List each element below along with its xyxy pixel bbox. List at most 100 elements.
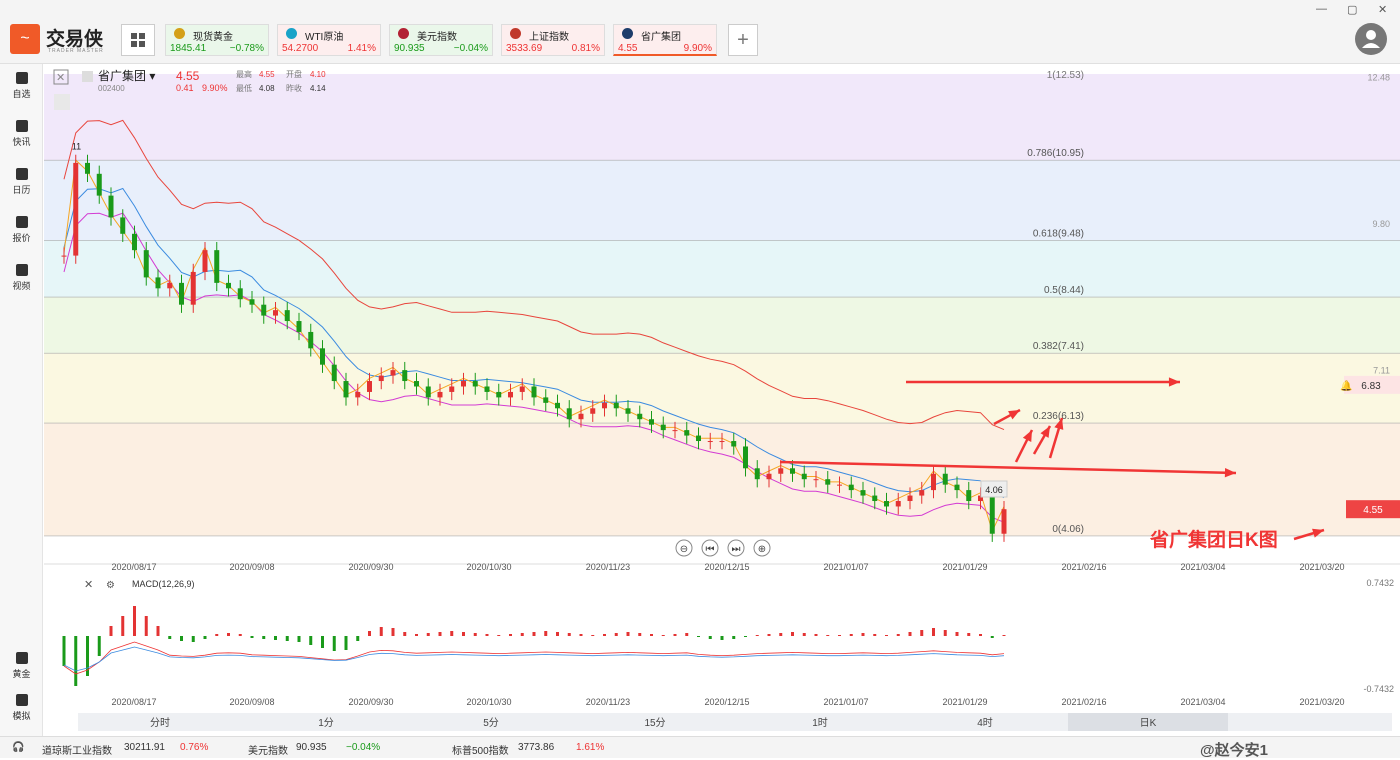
macd-bar	[943, 630, 947, 636]
macd-bar	[497, 635, 501, 636]
drawing-tool-icon[interactable]	[54, 94, 70, 110]
index-value: 90.935	[296, 742, 327, 753]
candle	[214, 250, 220, 283]
macd-x-tick-label: 2020/12/15	[704, 697, 749, 707]
fib-label: 0.5(8.44)	[1044, 285, 1084, 296]
candle	[343, 381, 349, 398]
ticker-price: 4.55	[618, 43, 638, 54]
period-tab[interactable]: 分时	[150, 717, 170, 729]
zoom-control-glyph: ⊕	[758, 544, 766, 555]
macd-settings-icon[interactable]: ⚙	[106, 580, 115, 591]
macd-bar	[238, 634, 242, 636]
ticker-card[interactable]: 美元指数 90.935 −0.04%	[389, 24, 493, 56]
sidebar-item[interactable]: 自选	[0, 72, 43, 100]
period-tab[interactable]: 日K	[1140, 718, 1157, 729]
macd-close-icon[interactable]: ✕	[84, 579, 93, 591]
stock-info: 最低	[236, 83, 252, 93]
macd-bar	[156, 626, 160, 636]
macd-bar	[802, 633, 806, 636]
macd-bar	[720, 636, 724, 640]
stock-name[interactable]: 省广集团 ▾	[98, 68, 155, 83]
y-tick-label: 9.80	[1372, 219, 1390, 229]
macd-x-tick-label: 2021/03/04	[1180, 697, 1225, 707]
index-value: 3773.86	[518, 742, 555, 753]
macd-bar	[227, 633, 230, 636]
candle	[402, 370, 408, 382]
period-tab[interactable]: 5分	[483, 717, 499, 729]
candle	[202, 250, 208, 272]
candle	[825, 479, 831, 485]
ticker-card[interactable]: WTI原油 54.2700 1.41%	[277, 24, 381, 56]
macd-bar	[97, 636, 101, 656]
index-name[interactable]: 美元指数	[248, 742, 288, 757]
candle	[508, 391, 513, 398]
zoom-control-glyph: ⏮	[706, 544, 715, 555]
candle	[496, 391, 502, 398]
macd-bar	[708, 636, 712, 639]
period-tab[interactable]: 1时	[812, 717, 828, 729]
macd-x-tick-label: 2020/09/30	[348, 697, 393, 707]
stock-price: 4.55	[176, 69, 200, 83]
candle	[320, 348, 325, 365]
add-ticker-button[interactable]: +	[728, 24, 758, 56]
ticker-name: 省广集团	[641, 32, 681, 43]
candle	[743, 446, 748, 469]
candle	[132, 233, 137, 251]
period-tab[interactable]: 1分	[318, 717, 334, 729]
candle	[719, 441, 725, 443]
avatar[interactable]	[1355, 23, 1387, 55]
candle	[884, 501, 889, 507]
stock-info: 最高	[236, 69, 252, 79]
bell-icon[interactable]: 🔔	[1340, 380, 1352, 392]
candle	[167, 282, 173, 289]
ticker-card[interactable]: 省广集团 4.55 9.90%	[613, 24, 717, 56]
macd-bar	[274, 636, 277, 640]
stock-code: 002400	[98, 84, 125, 93]
x-tick-label: 2020/10/30	[466, 562, 511, 572]
fib-label: 0(4.06)	[1052, 524, 1084, 535]
candle	[390, 370, 396, 376]
macd-bar	[849, 634, 853, 636]
macd-title: MACD(12,26,9)	[132, 579, 195, 589]
macd-bar	[168, 636, 172, 639]
sidebar-item[interactable]: 快讯	[0, 120, 43, 148]
period-tab[interactable]: 4时	[977, 717, 993, 729]
ticker-icon	[622, 28, 633, 39]
fib-label: 0.618(9.48)	[1033, 228, 1084, 239]
top-bar: ~ 交易侠 TRADER MASTER 现货黄金 1845.41 −0.78% WTI…	[0, 0, 1400, 64]
sidebar-item[interactable]: 日历	[0, 168, 43, 196]
macd-bar	[814, 634, 818, 636]
macd-bar	[556, 632, 559, 636]
candle	[367, 381, 372, 392]
sidebar-item-label: 视频	[12, 281, 31, 291]
period-tab[interactable]: 15分	[644, 717, 665, 729]
sidebar-item[interactable]: 黄金	[0, 652, 43, 680]
macd-bar	[285, 636, 289, 641]
fib-band	[44, 240, 1400, 298]
macd-bar	[332, 636, 336, 651]
index-name[interactable]: 标普500指数	[452, 742, 509, 757]
ticker-card[interactable]: 上证指数 3533.69 0.81%	[501, 24, 605, 56]
maximize-button[interactable]: ▢	[1347, 3, 1357, 16]
index-name[interactable]: 道琼斯工业指数	[42, 742, 112, 757]
candle	[731, 441, 737, 447]
sidebar-item[interactable]: 报价	[0, 216, 43, 244]
candle	[378, 375, 384, 382]
sidebar-item[interactable]: 视频	[0, 264, 43, 292]
candle	[578, 413, 584, 420]
sidebar-item[interactable]: 模拟	[0, 694, 43, 722]
stock-change-pct: 9.90%	[202, 83, 228, 93]
grid-menu-button[interactable]	[121, 24, 155, 56]
ticker-change: −0.78%	[229, 43, 264, 54]
candle	[331, 364, 337, 382]
close-button[interactable]: ✕	[1378, 3, 1387, 16]
headset-icon[interactable]: 🎧	[12, 742, 24, 753]
macd-bar	[133, 606, 136, 636]
ticker-card[interactable]: 现货黄金 1845.41 −0.78%	[165, 24, 269, 56]
macd-bar	[74, 636, 78, 686]
macd-bar	[626, 632, 630, 636]
candle	[96, 173, 102, 196]
x-tick-label: 2021/01/07	[823, 562, 868, 572]
minimize-button[interactable]: —	[1316, 3, 1327, 15]
sidebar: 自选快讯日历报价视频黄金模拟	[0, 64, 43, 736]
